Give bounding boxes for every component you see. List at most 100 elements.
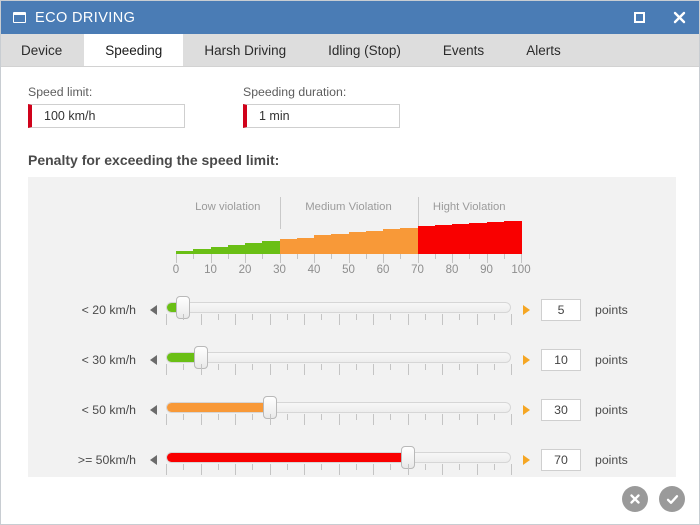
slider-decrement-button[interactable] xyxy=(146,305,160,315)
axis-major-tick xyxy=(279,254,281,263)
slider-ticks xyxy=(166,414,512,427)
slider-increment-button[interactable] xyxy=(519,455,533,465)
slider-decrement-button[interactable] xyxy=(146,455,160,465)
slider-minor-tick xyxy=(355,414,357,420)
penalty-slider-row: < 30 km/h 10 points xyxy=(28,335,676,385)
axis-tick-label: 70 xyxy=(411,264,424,276)
maximize-icon xyxy=(633,12,645,23)
slider-decrement-button[interactable] xyxy=(146,405,160,415)
slider-minor-tick xyxy=(321,464,323,470)
points-unit-label: points xyxy=(595,303,628,317)
tab-speeding[interactable]: Speeding xyxy=(84,34,184,66)
wedge-segment xyxy=(452,224,470,254)
slider-range-label: >= 50km/h xyxy=(77,453,136,467)
slider-major-tick xyxy=(476,414,478,425)
penalty-slider[interactable] xyxy=(166,393,512,427)
slider-minor-tick xyxy=(493,414,495,420)
axis-minor-tick xyxy=(262,254,264,259)
speed-limit-input[interactable]: 100 km/h xyxy=(28,104,185,128)
slider-minor-tick xyxy=(286,314,288,320)
slider-increment-button[interactable] xyxy=(519,405,533,415)
penalty-slider-rows: < 20 km/h 5 points < 30 km/h 10 points < 50 km… xyxy=(28,285,676,485)
axis-tick-label: 40 xyxy=(307,264,321,276)
speeding-duration-field-group: Speeding duration: 1 min xyxy=(243,85,400,128)
axis-major-tick xyxy=(210,254,212,263)
slider-minor-tick xyxy=(252,414,254,420)
slider-minor-tick xyxy=(390,414,392,420)
slider-minor-tick xyxy=(355,364,357,370)
slider-minor-tick xyxy=(183,414,185,420)
wedge-segment xyxy=(331,234,350,254)
slider-range-label: < 30 km/h xyxy=(81,353,136,367)
slider-minor-tick xyxy=(459,314,461,320)
penalty-axis: 0 10 20 30 40 50 60 70 80 90 100 xyxy=(173,254,531,280)
axis-tick-label: 50 xyxy=(342,264,355,276)
confirm-icon xyxy=(666,494,678,504)
wedge-segment xyxy=(400,228,419,254)
slider-decrement-button[interactable] xyxy=(146,355,160,365)
zone-label-1: Medium Violation xyxy=(305,201,392,213)
tab-idling-stop[interactable]: Idling (Stop) xyxy=(307,34,422,66)
slider-major-tick xyxy=(235,464,236,475)
tab-device[interactable]: Device xyxy=(1,34,84,66)
slider-increment-button[interactable] xyxy=(519,305,533,315)
slider-major-tick xyxy=(442,414,443,425)
slider-track[interactable] xyxy=(166,352,511,363)
title-bar-left: ECO DRIVING xyxy=(13,10,135,26)
slider-minor-tick xyxy=(321,314,323,320)
confirm-button[interactable] xyxy=(659,486,685,512)
penalty-slider-row: < 50 km/h 30 points xyxy=(28,385,676,435)
slider-major-tick xyxy=(373,314,374,325)
eco-driving-window: ECO DRIVING Device Speeding Harsh Drivin… xyxy=(0,0,700,525)
slider-major-tick xyxy=(269,314,271,325)
cancel-button[interactable] xyxy=(622,486,648,512)
slider-minor-tick xyxy=(390,364,392,370)
points-input[interactable]: 30 xyxy=(541,399,581,421)
violation-severity-wedge xyxy=(176,221,522,254)
tab-alerts[interactable]: Alerts xyxy=(505,34,582,66)
slider-range-label: < 20 km/h xyxy=(81,303,136,317)
axis-minor-tick xyxy=(331,254,333,259)
slider-major-tick xyxy=(338,464,340,475)
slider-major-tick xyxy=(269,364,271,375)
slider-major-tick xyxy=(304,314,305,325)
points-input[interactable]: 5 xyxy=(541,299,581,321)
tab-events[interactable]: Events xyxy=(422,34,505,66)
close-button[interactable] xyxy=(667,6,691,30)
window-title: ECO DRIVING xyxy=(35,9,136,26)
slider-major-tick xyxy=(511,464,512,475)
slider-major-tick xyxy=(511,364,512,375)
penalty-panel: Low violation Medium Violation Hight Viola… xyxy=(28,177,676,477)
axis-major-tick xyxy=(417,254,419,263)
slider-track[interactable] xyxy=(166,302,511,313)
slider-major-tick xyxy=(338,314,340,325)
points-input[interactable]: 70 xyxy=(541,449,581,471)
axis-minor-tick xyxy=(193,254,195,259)
slider-major-tick xyxy=(511,414,512,425)
wedge-segment xyxy=(245,242,263,254)
speeding-duration-input[interactable]: 1 min xyxy=(243,104,400,128)
penalty-slider[interactable] xyxy=(166,293,512,327)
wedge-segment xyxy=(262,240,281,254)
tab-harsh-driving[interactable]: Harsh Driving xyxy=(183,34,307,66)
window-icon xyxy=(13,12,26,23)
points-input[interactable]: 10 xyxy=(541,349,581,371)
points-unit-label: points xyxy=(595,353,628,367)
penalty-slider[interactable] xyxy=(166,443,512,477)
slider-minor-tick xyxy=(321,364,323,370)
slider-minor-tick xyxy=(355,314,357,320)
axis-tick-label: 20 xyxy=(238,264,252,276)
penalty-slider[interactable] xyxy=(166,343,512,377)
right-arrow-icon xyxy=(522,305,530,315)
slider-major-tick xyxy=(511,314,512,325)
slider-minor-tick xyxy=(286,364,288,370)
slider-minor-tick xyxy=(183,464,185,470)
penalty-section-title: Penalty for exceeding the speed limit: xyxy=(28,152,280,168)
slider-major-tick xyxy=(304,414,305,425)
slider-increment-button[interactable] xyxy=(519,355,533,365)
slider-ticks xyxy=(166,464,512,477)
wedge-segment xyxy=(383,229,401,254)
wedge-segment xyxy=(210,246,229,254)
slider-minor-tick xyxy=(390,464,392,470)
maximize-button[interactable] xyxy=(627,6,651,30)
